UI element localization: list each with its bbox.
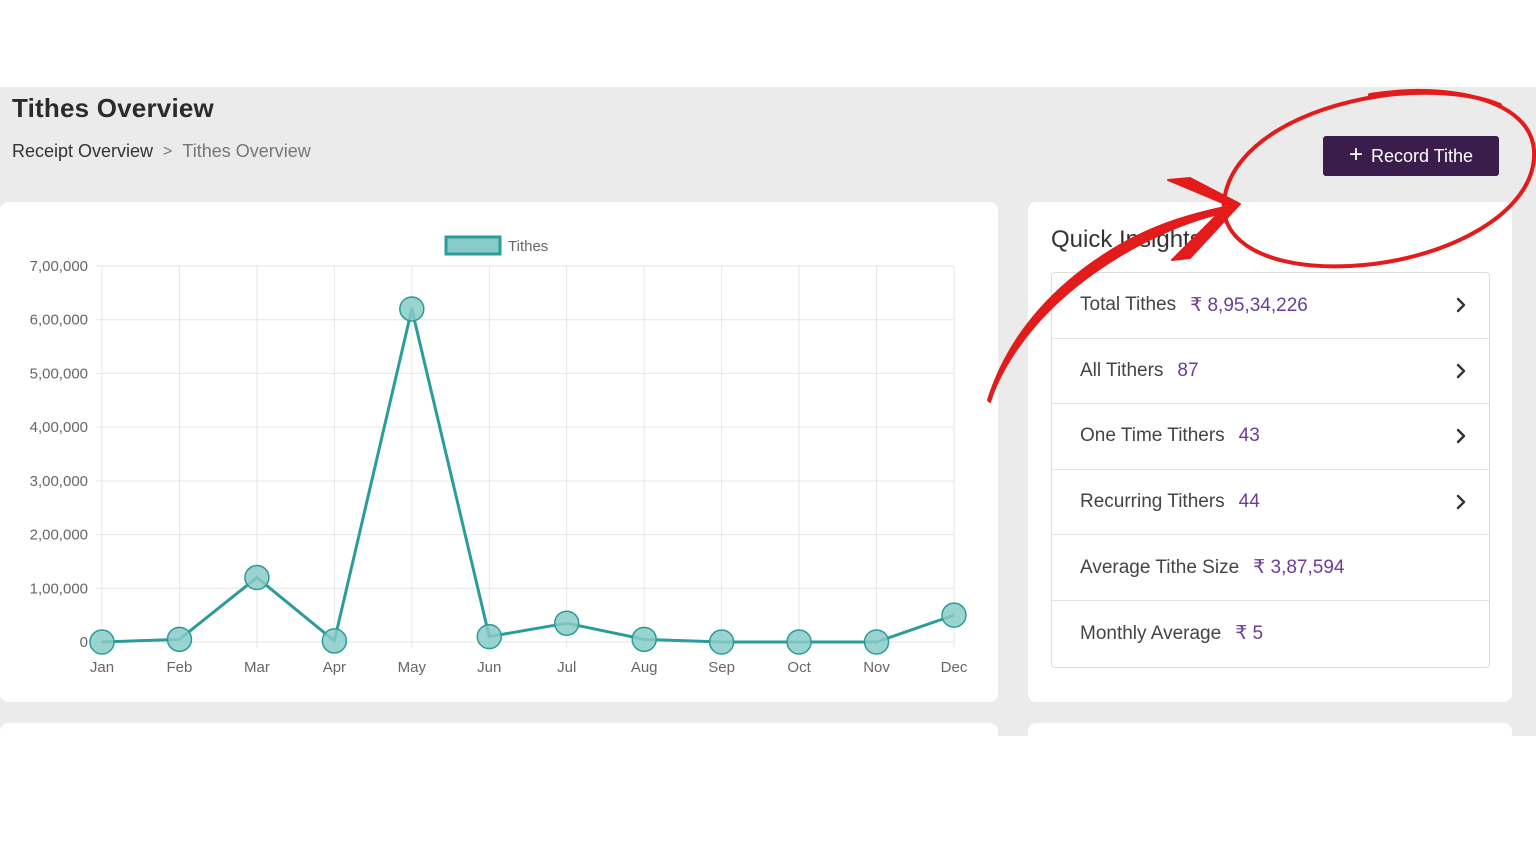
data-point-jul [553, 610, 580, 636]
insight-label: Average Tithe Size [1080, 556, 1240, 578]
y-tick-label: 7,00,000 [30, 258, 88, 275]
x-tick-label: Jul [557, 659, 576, 676]
insight-value: ₹ 8,95,34,226 [1190, 294, 1308, 316]
insight-value: ₹ 5 [1235, 623, 1264, 645]
insight-row-monthly-average: Monthly Average ₹ 5 [1052, 601, 1489, 667]
x-tick-label: Jun [477, 659, 501, 676]
insight-label: Recurring Tithers [1080, 491, 1225, 513]
x-tick-label: Feb [167, 659, 193, 676]
insight-value: ₹ 3,87,594 [1253, 557, 1345, 579]
y-tick-label: 1,00,000 [30, 580, 88, 597]
legend-label: Tithes [508, 238, 548, 255]
data-point-dec [941, 602, 967, 628]
data-point-nov [863, 629, 890, 655]
x-tick-label: Aug [631, 659, 658, 676]
x-tick-label: May [398, 659, 427, 676]
x-tick-label: Nov [863, 659, 890, 676]
y-tick-label: 5,00,000 [30, 365, 88, 382]
insight-row-one-time-tithers[interactable]: One Time Tithers 43 [1052, 404, 1489, 470]
y-tick-label: 4,00,000 [30, 419, 88, 436]
insight-label: One Time Tithers [1080, 425, 1225, 447]
x-tick-label: Apr [323, 659, 346, 676]
x-tick-label: Mar [244, 659, 270, 676]
y-tick-label: 6,00,000 [30, 312, 88, 329]
breadcrumb: Receipt Overview > Tithes Overview [12, 141, 311, 162]
quick-insights-title: Quick Insights [1051, 226, 1202, 253]
insight-value: 44 [1238, 491, 1260, 513]
page-title: Tithes Overview [12, 93, 214, 123]
legend-swatch [444, 235, 502, 256]
data-point-jan [89, 629, 115, 655]
quick-insights-card: Quick Insights Total Tithes ₹ 8,95,34,226… [1028, 202, 1512, 702]
breadcrumb-separator: > [163, 142, 173, 160]
quick-insights-list: Total Tithes ₹ 8,95,34,226 All Tithers 87 On… [1051, 272, 1490, 668]
tithes-line-chart: 0 1,00,000 2,00,000 3,00,000 4,00,000 5,00,00… [30, 235, 968, 676]
data-point-mar [244, 564, 270, 591]
tithes-chart-card: 0 1,00,000 2,00,000 3,00,000 4,00,000 5,00,00… [0, 202, 998, 702]
y-tick-label: 2,00,000 [30, 527, 88, 544]
data-point-feb [166, 626, 193, 653]
x-tick-label: Oct [787, 659, 811, 676]
plus-icon: + [1348, 141, 1363, 168]
data-point-jun [476, 623, 503, 650]
record-tithe-label: Record Tithe [1370, 145, 1474, 166]
y-tick-label: 0 [80, 634, 88, 651]
insight-value: 87 [1177, 359, 1199, 381]
insight-row-average-tithe-size: Average Tithe Size ₹ 3,87,594 [1052, 535, 1489, 601]
secondary-card-left [0, 723, 998, 736]
insight-row-all-tithers[interactable]: All Tithers 87 [1052, 339, 1489, 405]
breadcrumb-current: Tithes Overview [182, 141, 311, 161]
chevron-right-icon[interactable] [1455, 428, 1467, 444]
insight-label: Total Tithes [1080, 294, 1177, 316]
insight-value: 43 [1238, 425, 1260, 447]
data-point-oct [786, 629, 812, 655]
insight-label: Monthly Average [1080, 622, 1222, 644]
insight-row-total-tithes[interactable]: Total Tithes ₹ 8,95,34,226 [1052, 273, 1489, 339]
secondary-card-right [1028, 723, 1512, 736]
x-tick-label: Dec [941, 659, 968, 676]
insight-label: All Tithers [1080, 359, 1164, 381]
record-tithe-button[interactable]: + Record Tithe [1323, 136, 1499, 176]
x-tick-label: Jan [90, 659, 114, 676]
chevron-right-icon[interactable] [1455, 297, 1467, 313]
insight-row-recurring-tithers[interactable]: Recurring Tithers 44 [1052, 470, 1489, 536]
data-point-aug [631, 626, 657, 653]
chevron-right-icon[interactable] [1455, 494, 1467, 510]
data-point-apr [321, 628, 348, 654]
x-tick-label: Sep [708, 659, 735, 676]
data-point-sep [708, 629, 735, 655]
data-point-may [399, 296, 425, 322]
chevron-right-icon[interactable] [1455, 363, 1467, 379]
y-tick-label: 3,00,000 [30, 473, 88, 490]
series-line-tithes [101, 307, 955, 644]
app-content-area: Tithes Overview Receipt Overview > Tithe… [0, 87, 1536, 736]
breadcrumb-receipt-overview[interactable]: Receipt Overview [12, 141, 153, 162]
